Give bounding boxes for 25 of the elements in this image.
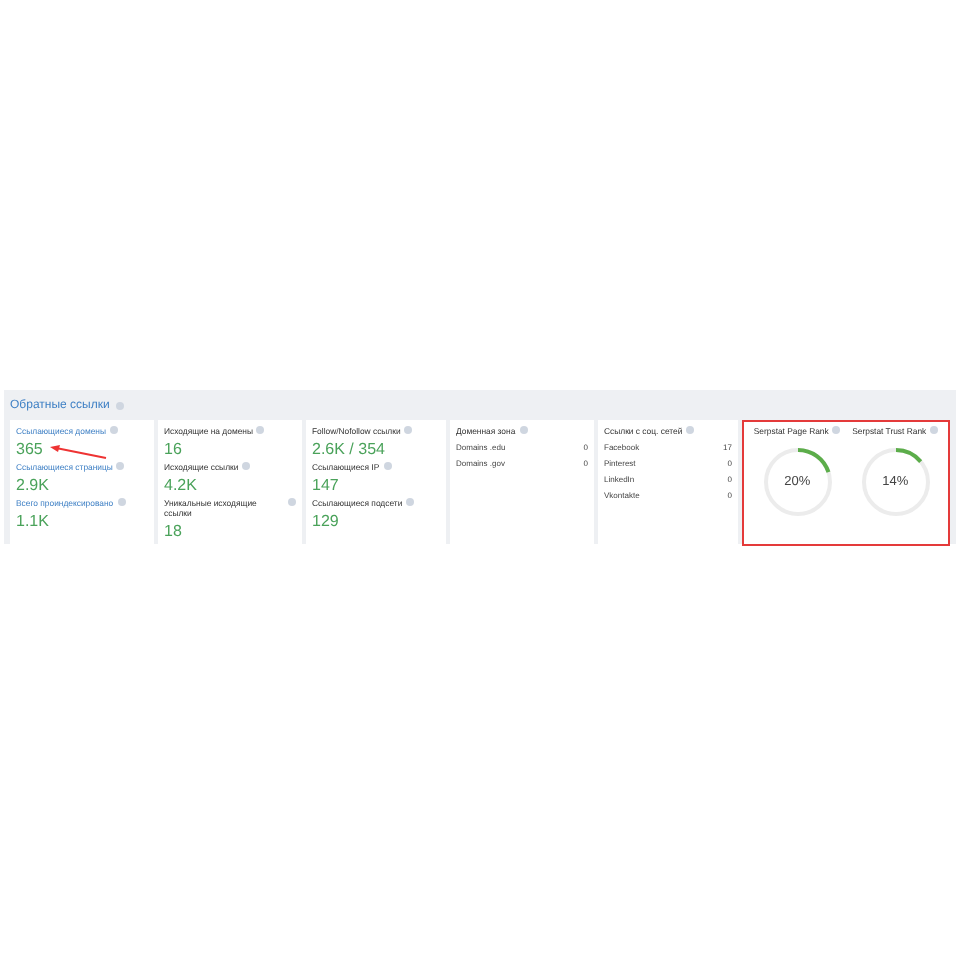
- info-icon[interactable]: [686, 426, 695, 434]
- info-icon[interactable]: [242, 462, 251, 470]
- info-icon[interactable]: [256, 426, 265, 434]
- info-icon[interactable]: [116, 462, 125, 470]
- metric-value: 18: [164, 522, 182, 540]
- metric-value: 4.2K: [164, 476, 197, 494]
- metric-value: 1.1K: [16, 512, 49, 530]
- gauge-ring: [759, 444, 836, 520]
- info-icon[interactable]: [832, 426, 841, 434]
- info-icon[interactable]: [383, 462, 392, 470]
- info-icon[interactable]: [117, 498, 126, 506]
- metric-value: 2.9K: [16, 476, 49, 494]
- info-icon[interactable]: [519, 426, 528, 434]
- metric-value: 16: [164, 440, 182, 458]
- metric-value: 129: [312, 512, 339, 530]
- metric-value: 147: [312, 476, 339, 494]
- metric-value: 365: [16, 440, 43, 458]
- arrow-annotation: [48, 444, 108, 460]
- info-icon[interactable]: [404, 426, 413, 434]
- metric-value: 2.6K / 354: [312, 440, 385, 458]
- info-icon[interactable]: [406, 498, 415, 506]
- info-icon[interactable]: [288, 498, 296, 506]
- info-icon[interactable]: [109, 426, 118, 434]
- gauge-ring: [857, 444, 934, 520]
- info-icon[interactable]: [930, 426, 939, 434]
